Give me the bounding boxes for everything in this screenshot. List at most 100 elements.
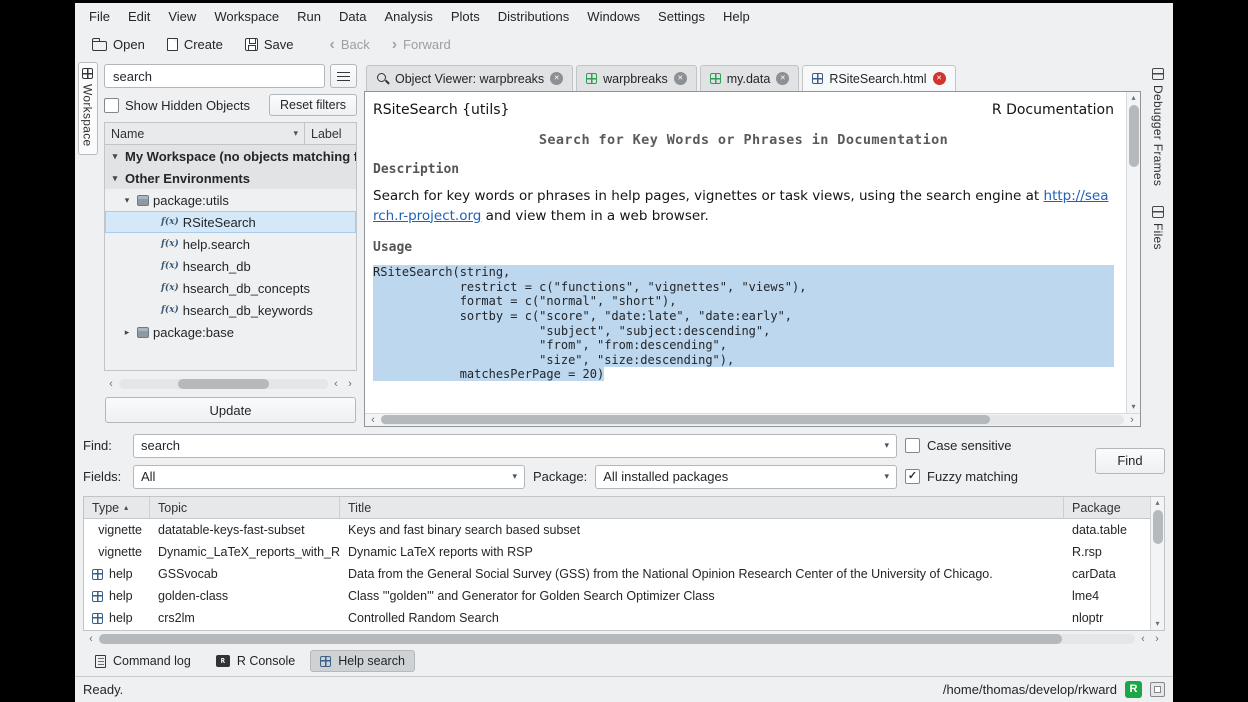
scroll-left-icon[interactable]: ‹ [105, 379, 117, 389]
tree-item[interactable]: ▾ f(x) package:utils [105, 189, 356, 211]
menu-item[interactable]: File [81, 6, 118, 27]
engine-status-icon[interactable] [1150, 682, 1165, 697]
reset-filters-button[interactable]: Reset filters [269, 94, 357, 116]
find-combobox[interactable]: ▾ [133, 434, 897, 458]
close-icon[interactable]: ✕ [550, 72, 563, 85]
scroll-track[interactable] [1129, 103, 1139, 402]
expander-icon[interactable]: ▾ [109, 151, 121, 162]
back-button[interactable]: ‹ Back [320, 34, 378, 55]
workspace-hscrollbar[interactable]: ‹ ‹ › [104, 377, 357, 391]
menu-item[interactable]: Analysis [376, 6, 440, 27]
find-button[interactable]: Find [1095, 448, 1165, 474]
scroll-left-icon[interactable]: ‹ [367, 415, 379, 425]
right-panel-tab[interactable]: Files [1149, 200, 1167, 256]
fields-combobox[interactable]: All ▾ [133, 465, 525, 489]
close-icon[interactable]: ✕ [776, 72, 789, 85]
type-column-header[interactable]: Type ▴ [84, 497, 150, 518]
forward-button[interactable]: › Forward [383, 34, 460, 55]
menu-item[interactable]: Settings [650, 6, 713, 27]
scroll-handle[interactable] [178, 379, 270, 389]
results-hscrollbar[interactable]: ‹ ‹ › [83, 631, 1165, 646]
show-hidden-checkbox[interactable] [104, 98, 119, 113]
expander-icon[interactable]: ▾ [109, 173, 121, 184]
results-vscrollbar[interactable]: ▴ ▾ [1150, 497, 1164, 630]
scroll-track[interactable] [381, 415, 1124, 425]
help-vscrollbar[interactable]: ▴ ▾ [1126, 92, 1140, 413]
tree-item[interactable]: f(x) RSiteSearch [105, 211, 356, 233]
find-input[interactable] [141, 438, 878, 453]
scroll-track[interactable] [119, 379, 328, 389]
tree-item[interactable]: ▸ f(x) package:base [105, 321, 356, 343]
scroll-right-icon[interactable]: › [1126, 415, 1138, 425]
scroll-handle[interactable] [381, 415, 990, 424]
scroll-handle[interactable] [99, 634, 1062, 644]
result-row[interactable]: vignette Dynamic_LaTeX_reports_with_RSP … [84, 541, 1150, 563]
scroll-down-icon[interactable]: ▾ [1152, 619, 1164, 629]
bottom-tool-tab[interactable]: R Command log [85, 650, 201, 672]
result-row[interactable]: help GSSvocab Data from the General Soci… [84, 563, 1150, 585]
tree-item[interactable]: ▾ f(x) Other Environments [105, 167, 356, 189]
chevron-down-icon[interactable]: ▾ [512, 471, 517, 482]
scroll-left-icon[interactable]: ‹ [1137, 634, 1149, 644]
tree-item[interactable]: f(x) hsearch_db_keywords [105, 299, 356, 321]
close-icon[interactable]: ✕ [674, 72, 687, 85]
bottom-tool-tab[interactable]: R R Console [206, 650, 305, 672]
scroll-right-icon[interactable]: › [344, 379, 356, 389]
fuzzy-matching-checkbox[interactable]: ✓ [905, 469, 920, 484]
menu-item[interactable]: Edit [120, 6, 158, 27]
chevron-down-icon[interactable]: ▾ [884, 471, 889, 482]
scroll-left-icon[interactable]: ‹ [330, 379, 342, 389]
tree-item[interactable]: ▾ f(x) My Workspace (no objects matching… [105, 145, 356, 167]
case-sensitive-option[interactable]: Case sensitive [905, 438, 1077, 453]
document-tab[interactable]: Object Viewer: warpbreaks ✕ [366, 65, 573, 91]
title-column-header[interactable]: Title [340, 497, 1064, 518]
filter-options-button[interactable] [330, 64, 357, 88]
update-button[interactable]: Update [105, 397, 356, 423]
chevron-down-icon[interactable]: ▾ [884, 440, 889, 451]
tree-item[interactable]: f(x) hsearch_db_concepts [105, 277, 356, 299]
name-column-header[interactable]: Name ▾ [105, 127, 304, 141]
scroll-left-icon[interactable]: ‹ [85, 634, 97, 644]
workspace-search-input[interactable] [104, 64, 325, 88]
menu-item[interactable]: Workspace [206, 6, 287, 27]
menu-item[interactable]: Data [331, 6, 374, 27]
tree-item[interactable]: f(x) hsearch_db [105, 255, 356, 277]
scroll-down-icon[interactable]: ▾ [1128, 402, 1140, 412]
right-panel-tab[interactable]: Debugger Frames [1149, 62, 1167, 192]
package-column-header[interactable]: Package [1064, 497, 1150, 518]
scroll-right-icon[interactable]: › [1151, 634, 1163, 644]
menu-item[interactable]: Help [715, 6, 758, 27]
document-tab[interactable]: RSiteSearch.html ✕ [802, 65, 955, 91]
scroll-handle[interactable] [1153, 510, 1163, 544]
workspace-panel-tab[interactable]: Workspace [78, 62, 98, 155]
scroll-track[interactable] [99, 634, 1135, 644]
expander-icon[interactable]: ▸ [121, 327, 133, 338]
bottom-tool-tab[interactable]: R Help search [310, 650, 415, 672]
menu-item[interactable]: Distributions [490, 6, 578, 27]
r-engine-badge[interactable]: R [1125, 681, 1142, 698]
close-icon[interactable]: ✕ [933, 72, 946, 85]
fuzzy-matching-option[interactable]: ✓ Fuzzy matching [905, 469, 1077, 484]
save-button[interactable]: Save [236, 34, 303, 55]
tree-item[interactable]: f(x) help.search [105, 233, 356, 255]
scroll-up-icon[interactable]: ▴ [1128, 93, 1140, 103]
result-row[interactable]: help crs2lm Controlled Random Search nlo… [84, 607, 1150, 629]
scroll-up-icon[interactable]: ▴ [1152, 498, 1164, 508]
help-hscrollbar[interactable]: ‹ › [365, 413, 1140, 426]
expander-icon[interactable]: ▾ [121, 195, 133, 206]
case-sensitive-checkbox[interactable] [905, 438, 920, 453]
menu-item[interactable]: Run [289, 6, 329, 27]
scroll-handle[interactable] [1129, 105, 1139, 167]
menu-item[interactable]: Windows [579, 6, 648, 27]
open-button[interactable]: Open [83, 34, 154, 55]
package-combobox[interactable]: All installed packages ▾ [595, 465, 897, 489]
menu-item[interactable]: Plots [443, 6, 488, 27]
result-row[interactable]: vignette datatable-keys-fast-subset Keys… [84, 519, 1150, 541]
document-tab[interactable]: warpbreaks ✕ [576, 65, 697, 91]
create-button[interactable]: Create [158, 34, 232, 55]
document-tab[interactable]: my.data ✕ [700, 65, 800, 91]
topic-column-header[interactable]: Topic [150, 497, 340, 518]
scroll-track[interactable] [1153, 508, 1163, 619]
result-row[interactable]: help golden-class Class '"golden"' and G… [84, 585, 1150, 607]
menu-item[interactable]: View [160, 6, 204, 27]
